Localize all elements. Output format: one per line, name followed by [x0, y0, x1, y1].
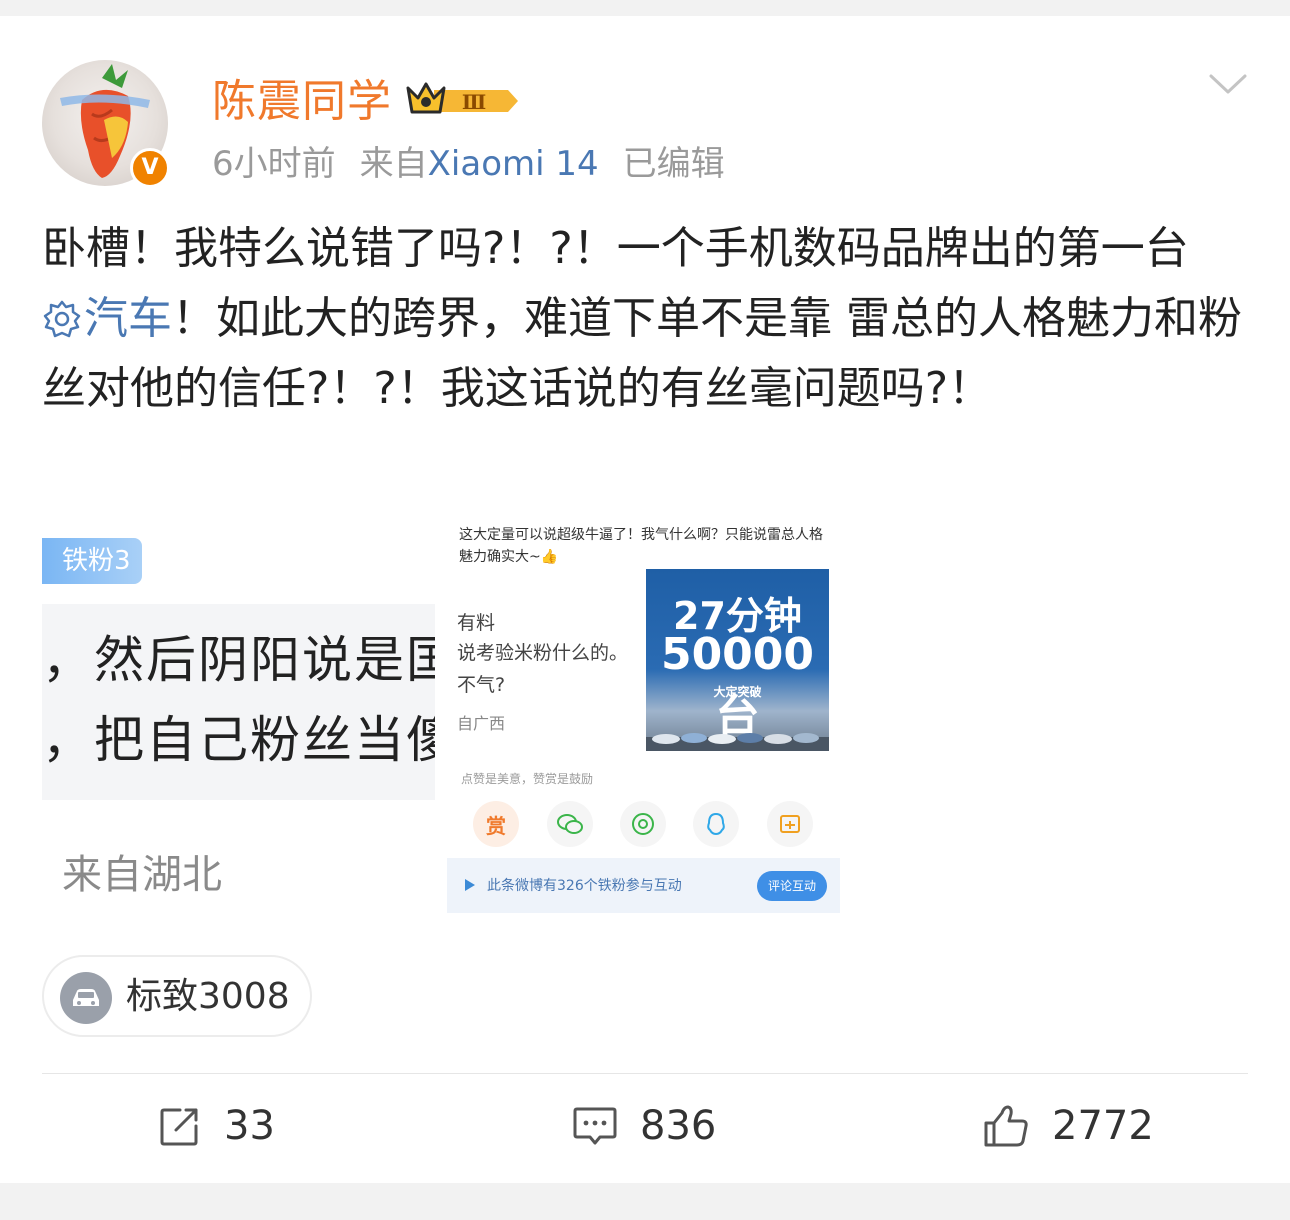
edited-label[interactable]: 已编辑	[623, 144, 725, 184]
car-tag-label: 标致3008	[126, 976, 290, 1017]
comment-count: 836	[640, 1103, 717, 1149]
promo-line-3: 大定突破	[713, 685, 762, 699]
topic-link[interactable]: 汽车	[42, 293, 172, 344]
partial-text-1: 有料	[457, 612, 496, 634]
svg-text:Ⅲ: Ⅲ	[462, 90, 486, 114]
verified-badge: V	[130, 148, 170, 188]
wechat-icon	[547, 801, 593, 847]
source-device[interactable]: Xiaomi 14	[428, 144, 599, 184]
reward-icon: 赏	[473, 801, 519, 847]
comment-line-2: ，把自己粉丝当傻	[42, 711, 435, 769]
cars-illustration	[646, 733, 829, 751]
like-button[interactable]: 2772	[982, 1098, 1154, 1154]
save-image-icon	[767, 801, 813, 847]
bottom-separator	[0, 1183, 1290, 1220]
post-meta: 6小时前 来自Xiaomi 14 已编辑	[212, 142, 725, 186]
like-count: 2772	[1052, 1103, 1154, 1149]
car-tag-chip[interactable]: 标致3008	[42, 955, 312, 1037]
vip-crown-badge[interactable]: Ⅲ	[404, 78, 522, 128]
partial-text-4: 自广西	[457, 714, 506, 733]
chevron-down-icon[interactable]	[1208, 72, 1248, 100]
post-time: 6小时前	[212, 144, 336, 184]
partial-text-2: 说考验米粉什么的。	[457, 642, 629, 664]
post-image-2[interactable]: 这大定量可以说超级牛逼了！我气什么啊？只能说雷总人格魅力确实大~👍 有料 说考验…	[447, 520, 840, 913]
post-image-1[interactable]: 铁粉3 ，然后阴阳说是国 ，把自己粉丝当傻 来自湖北	[42, 520, 435, 913]
reward-hint: 点赞是美意，赞赏是鼓励	[461, 772, 594, 786]
moments-icon	[620, 801, 666, 847]
post-text: 卧槽！我特么说错了吗?！?！一个手机数码品牌出的第一台汽车！如此大的跨界，难道下…	[42, 214, 1248, 424]
topic-label: 汽车	[84, 293, 172, 344]
comment-location: 来自湖北	[62, 852, 222, 898]
partial-text-3: 不气?	[457, 674, 506, 696]
play-icon	[465, 879, 475, 891]
screenshot-caption: 这大定量可以说超级牛逼了！我气什么啊？只能说雷总人格魅力确实大~👍	[459, 527, 823, 565]
car-icon	[60, 972, 112, 1024]
promo-image: 27分钟 50000台 大定突破	[646, 569, 829, 751]
comment-icon	[573, 1107, 617, 1145]
fan-interaction-bar: 此条微博有326个铁粉参与互动 评论互动	[447, 858, 840, 913]
comment-line-1: ，然后阴阳说是国	[42, 631, 435, 689]
post-text-part1: 卧槽！我特么说错了吗?！?！一个手机数码品牌出的第一台	[42, 223, 1189, 274]
repost-count: 33	[224, 1103, 275, 1149]
fan-level-badge: 铁粉3	[42, 538, 142, 584]
fan-interaction-text: 此条微博有326个铁粉参与互动	[487, 878, 682, 894]
qq-icon	[693, 801, 739, 847]
topic-gear-icon	[43, 300, 81, 338]
comment-interact-button: 评论互动	[757, 871, 827, 901]
action-divider	[42, 1073, 1248, 1074]
source-prefix: 来自	[359, 144, 428, 184]
repost-button[interactable]: 33	[158, 1098, 275, 1154]
thumbs-up-icon	[984, 1105, 1028, 1147]
top-separator	[0, 0, 1290, 16]
post-text-part2: ！如此大的跨界，难道下单不是靠 雷总的人格魅力和粉丝对他的信任?！?！我这话说的…	[42, 293, 1242, 414]
repost-icon	[160, 1108, 198, 1146]
comment-button[interactable]: 836	[572, 1098, 716, 1154]
author-name[interactable]: 陈震同学	[212, 74, 392, 130]
